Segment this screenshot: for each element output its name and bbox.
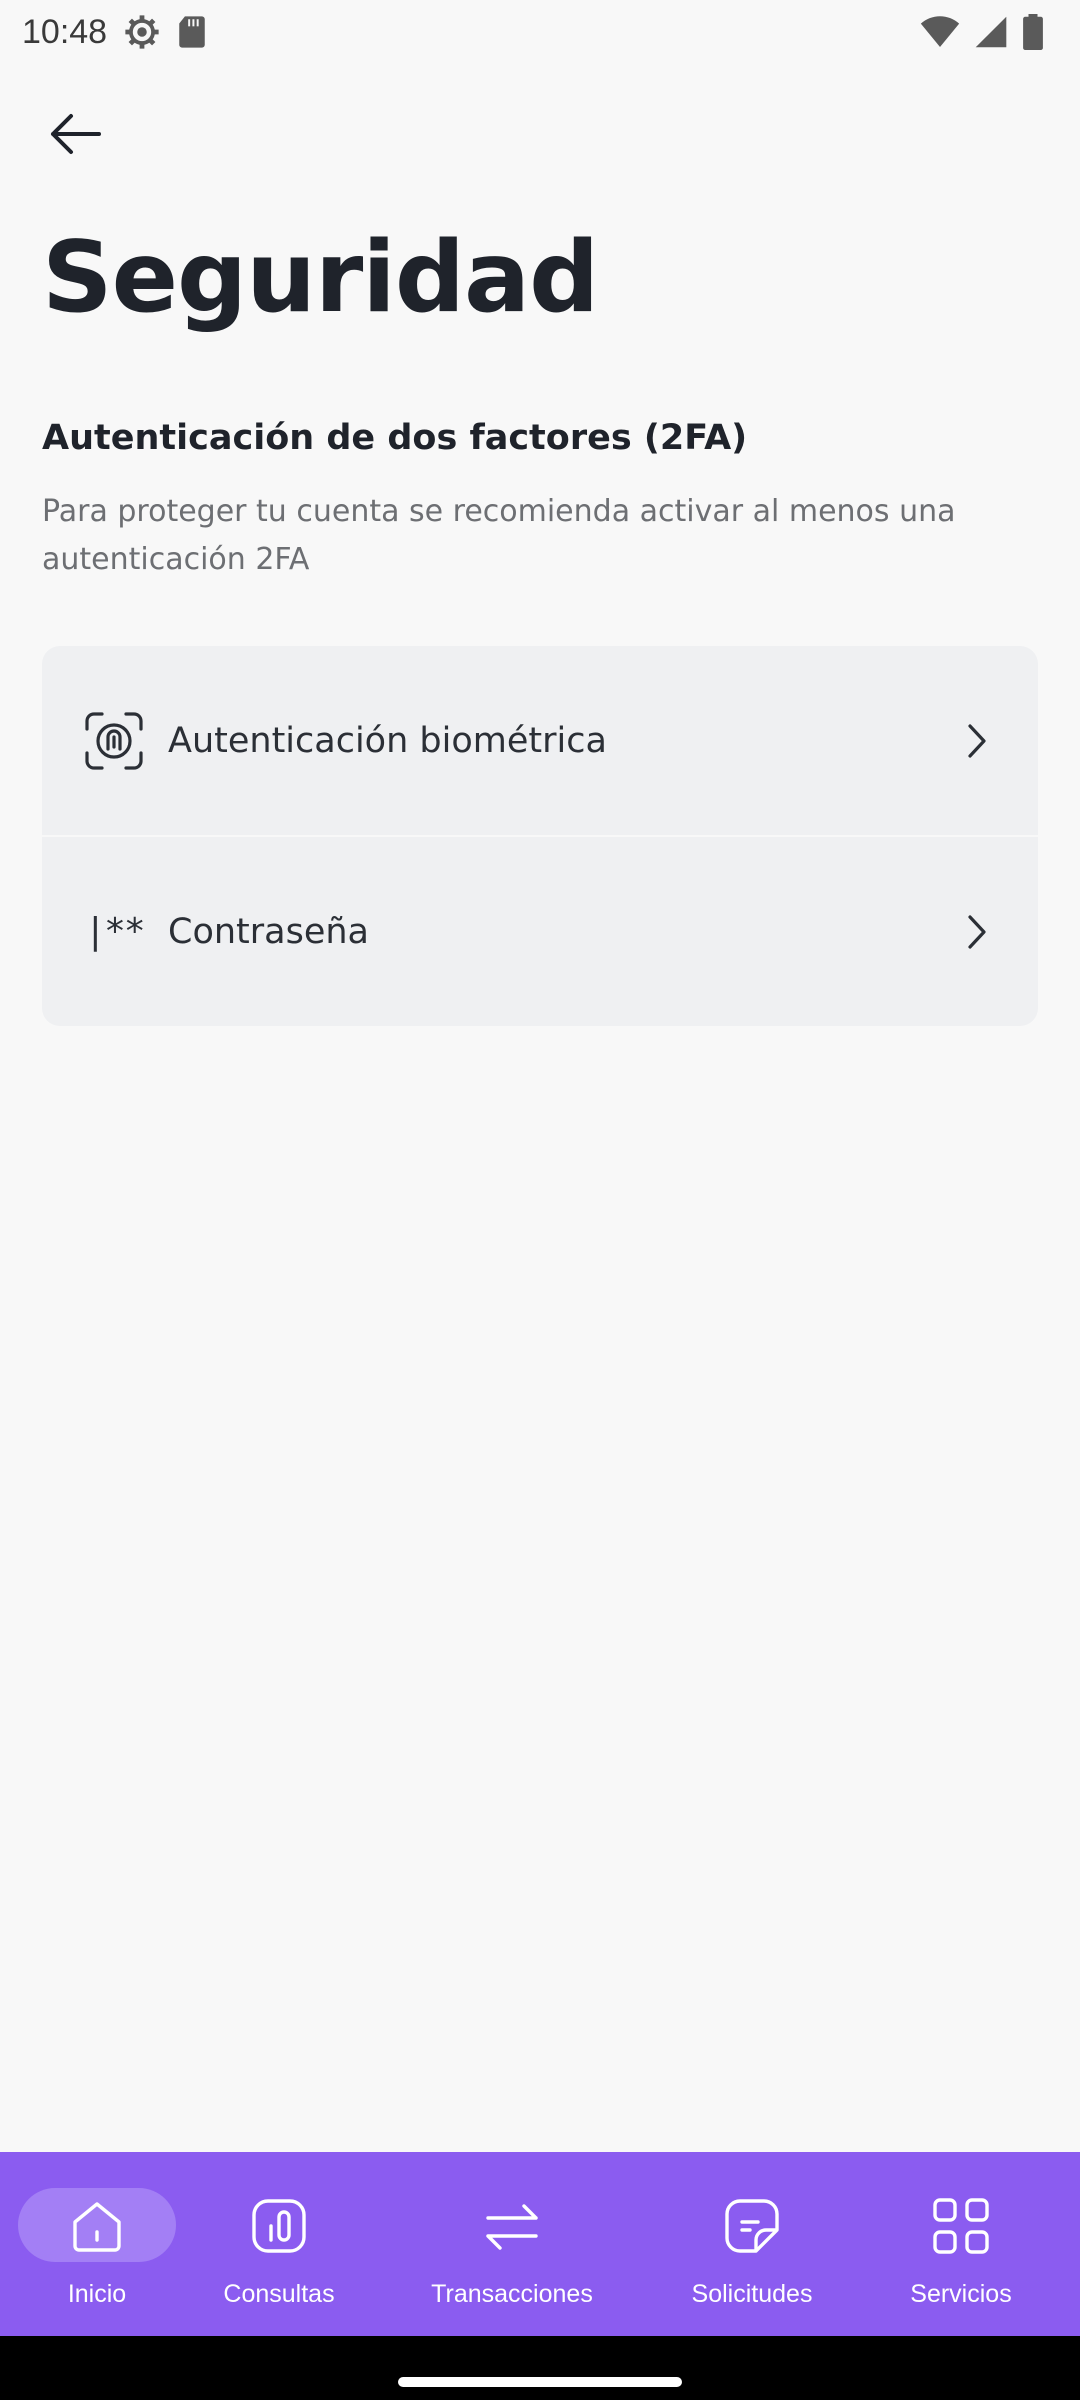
nav-item-servicios[interactable]: Servicios [882,2152,1040,2336]
settings-icon [123,13,161,51]
nav-label: Inicio [67,2280,127,2308]
transfer-icon [480,2194,544,2258]
nav-label: Servicios [910,2280,1012,2308]
bottom-navigation: Inicio Consultas Transacciones Solicitud… [0,2152,1080,2336]
option-biometric-auth[interactable]: Autenticación biométrica [42,646,1038,835]
battery-icon [1022,14,1044,50]
cell-signal-icon [974,15,1008,49]
document-icon [720,2194,784,2258]
section-title: Autenticación de dos factores (2FA) [42,418,748,458]
options-card: Autenticación biométrica |** Contraseña [42,646,1038,1026]
page-title: Seguridad [42,221,599,335]
chevron-right-icon [962,721,992,761]
nav-label: Consultas [223,2280,335,2308]
wifi-icon [920,15,960,49]
face-id-icon [84,711,144,771]
option-label: Autenticación biométrica [168,720,607,761]
option-label: Contraseña [168,911,369,952]
nav-item-solicitudes[interactable]: Solicitudes [672,2152,832,2336]
home-icon [65,2194,129,2258]
grid-icon [929,2194,993,2258]
chart-icon [247,2194,311,2258]
nav-item-transacciones[interactable]: Transacciones [412,2152,612,2336]
gesture-handle[interactable] [398,2377,682,2387]
nav-label: Solicitudes [691,2280,813,2308]
sd-card-icon [177,15,207,49]
section-description: Para proteger tu cuenta se recomienda ac… [42,494,956,577]
password-glyph: |** [84,911,145,952]
nav-item-consultas[interactable]: Consultas [200,2152,358,2336]
nav-item-inicio[interactable]: Inicio [18,2152,176,2336]
status-time: 10:48 [22,12,108,51]
status-left: 10:48 [22,13,207,52]
nav-label: Transacciones [431,2280,593,2308]
status-right [920,14,1044,50]
chevron-right-icon [962,912,992,952]
arrow-left-icon [49,112,101,160]
status-bar: 10:48 [0,0,1080,64]
back-button[interactable] [40,104,110,168]
system-gesture-area [0,2336,1080,2400]
password-icon: |** [84,902,145,962]
option-password[interactable]: |** Contraseña [42,837,1038,1026]
